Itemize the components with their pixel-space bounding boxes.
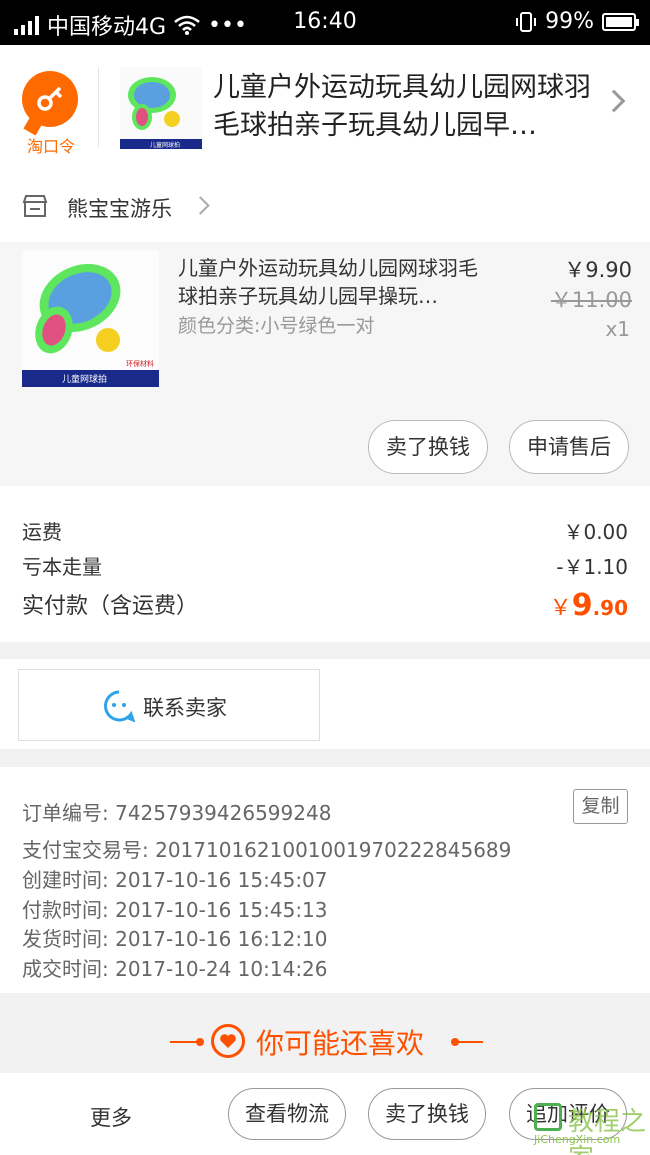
status-bar: 中国移动4G ••• 16:40 99% [0, 0, 650, 45]
product-original-price: ￥11.00 [550, 288, 632, 312]
shipping-row: 运费 ￥0.00 [22, 516, 628, 545]
shop-row[interactable]: 熊宝宝游乐 [0, 170, 650, 242]
total-integer: 9 [571, 588, 593, 623]
chevron-right-icon [191, 196, 210, 215]
contact-section: 联系卖家 [0, 659, 650, 749]
copy-button[interactable]: 复制 [573, 789, 628, 824]
watermark-en: JiChengXin.com [534, 1133, 621, 1146]
tao-code-label: 淘口令 [26, 137, 75, 156]
vibrate-icon [516, 11, 537, 32]
shop-name: 熊宝宝游乐 [67, 197, 172, 221]
shop-icon [22, 195, 48, 217]
view-logistics-button[interactable]: 查看物流 [228, 1088, 346, 1140]
total-symbol: ￥ [549, 596, 572, 621]
after-sale-button[interactable]: 申请售后 [509, 420, 629, 474]
product-image: 儿童网球拍 环保材料 [22, 250, 159, 387]
shipping-label: 运费 [22, 520, 62, 544]
sell-button[interactable]: 卖了换钱 [368, 420, 488, 474]
watermark-logo-icon [534, 1103, 562, 1131]
divider-dot [196, 1038, 204, 1046]
order-number: 订单编号: 74257939426599248 [22, 801, 332, 825]
watermark-cn: 教程之家 [568, 1107, 647, 1155]
recommend-header: 你可能还喜欢 [0, 993, 650, 1073]
total-row: 实付款（含运费） ￥9.90 [22, 588, 628, 623]
product-title: 儿童户外运动玩具幼儿园网球羽毛球拍亲子玩具幼儿园早操玩… [178, 256, 478, 308]
total-value: ￥9.90 [550, 588, 628, 623]
shipped-time: 发货时间: 2017-10-16 16:12:10 [22, 927, 328, 951]
order-info: 订单编号: 74257939426599248 复制 支付宝交易号: 20171… [0, 767, 650, 993]
tao-code-logo-icon [22, 71, 78, 127]
product-thumbnail: 儿童网球拍 [120, 67, 202, 149]
watermark: 教程之家 JiChengXin.com [526, 1099, 646, 1155]
discount-label: 亏本走量 [22, 555, 102, 579]
discount-value: -￥1.10 [556, 555, 628, 579]
discount-row: 亏本走量 -￥1.10 [22, 551, 628, 580]
divider [98, 67, 99, 147]
product-price: ￥9.90 [564, 258, 632, 282]
chevron-right-icon [602, 89, 626, 113]
created-time: 创建时间: 2017-10-16 15:45:07 [22, 868, 328, 892]
tao-code-title: 儿童户外运动玩具幼儿园网球羽毛球拍亲子玩具幼儿园早… [213, 72, 591, 141]
tao-code-card[interactable]: 淘口令 儿童网球拍 儿童户外运动玩具幼儿园网球羽毛球拍亲子玩具幼儿园早… [0, 45, 650, 170]
product-quantity: x1 [605, 317, 630, 341]
completed-time: 成交时间: 2017-10-24 10:14:26 [22, 957, 328, 981]
divider [170, 1041, 198, 1043]
product-image-caption: 儿童网球拍 [62, 373, 107, 385]
product-sku: 颜色分类:小号绿色一对 [178, 315, 375, 337]
divider [455, 1041, 483, 1043]
paid-time: 付款时间: 2017-10-16 15:45:13 [22, 898, 328, 922]
more-button[interactable]: 更多 [90, 1102, 132, 1132]
contact-seller-label: 联系卖家 [143, 696, 227, 720]
thumbnail-caption: 儿童网球拍 [150, 141, 180, 149]
sell-button[interactable]: 卖了换钱 [368, 1088, 486, 1140]
battery-icon [602, 12, 639, 31]
payment-summary: 运费 ￥0.00 亏本走量 -￥1.10 实付款（含运费） ￥9.90 [0, 486, 650, 642]
shipping-value: ￥0.00 [563, 520, 628, 544]
contact-seller-button[interactable]: 联系卖家 [18, 669, 320, 741]
total-label: 实付款（含运费） [22, 594, 199, 619]
product-item[interactable]: 儿童网球拍 环保材料 儿童户外运动玩具幼儿园网球羽毛球拍亲子玩具幼儿园早操玩… … [0, 242, 650, 486]
heart-icon [211, 1024, 245, 1058]
total-decimal: .90 [592, 596, 628, 620]
alipay-number: 支付宝交易号: 2017101621001001970222845689 [22, 838, 512, 862]
bottom-action-bar: 更多 查看物流 卖了换钱 追加评价 教程之家 JiChengXin.com [0, 1073, 650, 1155]
product-image-badge: 环保材料 [126, 359, 154, 368]
recommend-title: 你可能还喜欢 [256, 1027, 425, 1060]
chat-face-icon [104, 690, 135, 722]
battery-percent: 99% [545, 9, 594, 34]
